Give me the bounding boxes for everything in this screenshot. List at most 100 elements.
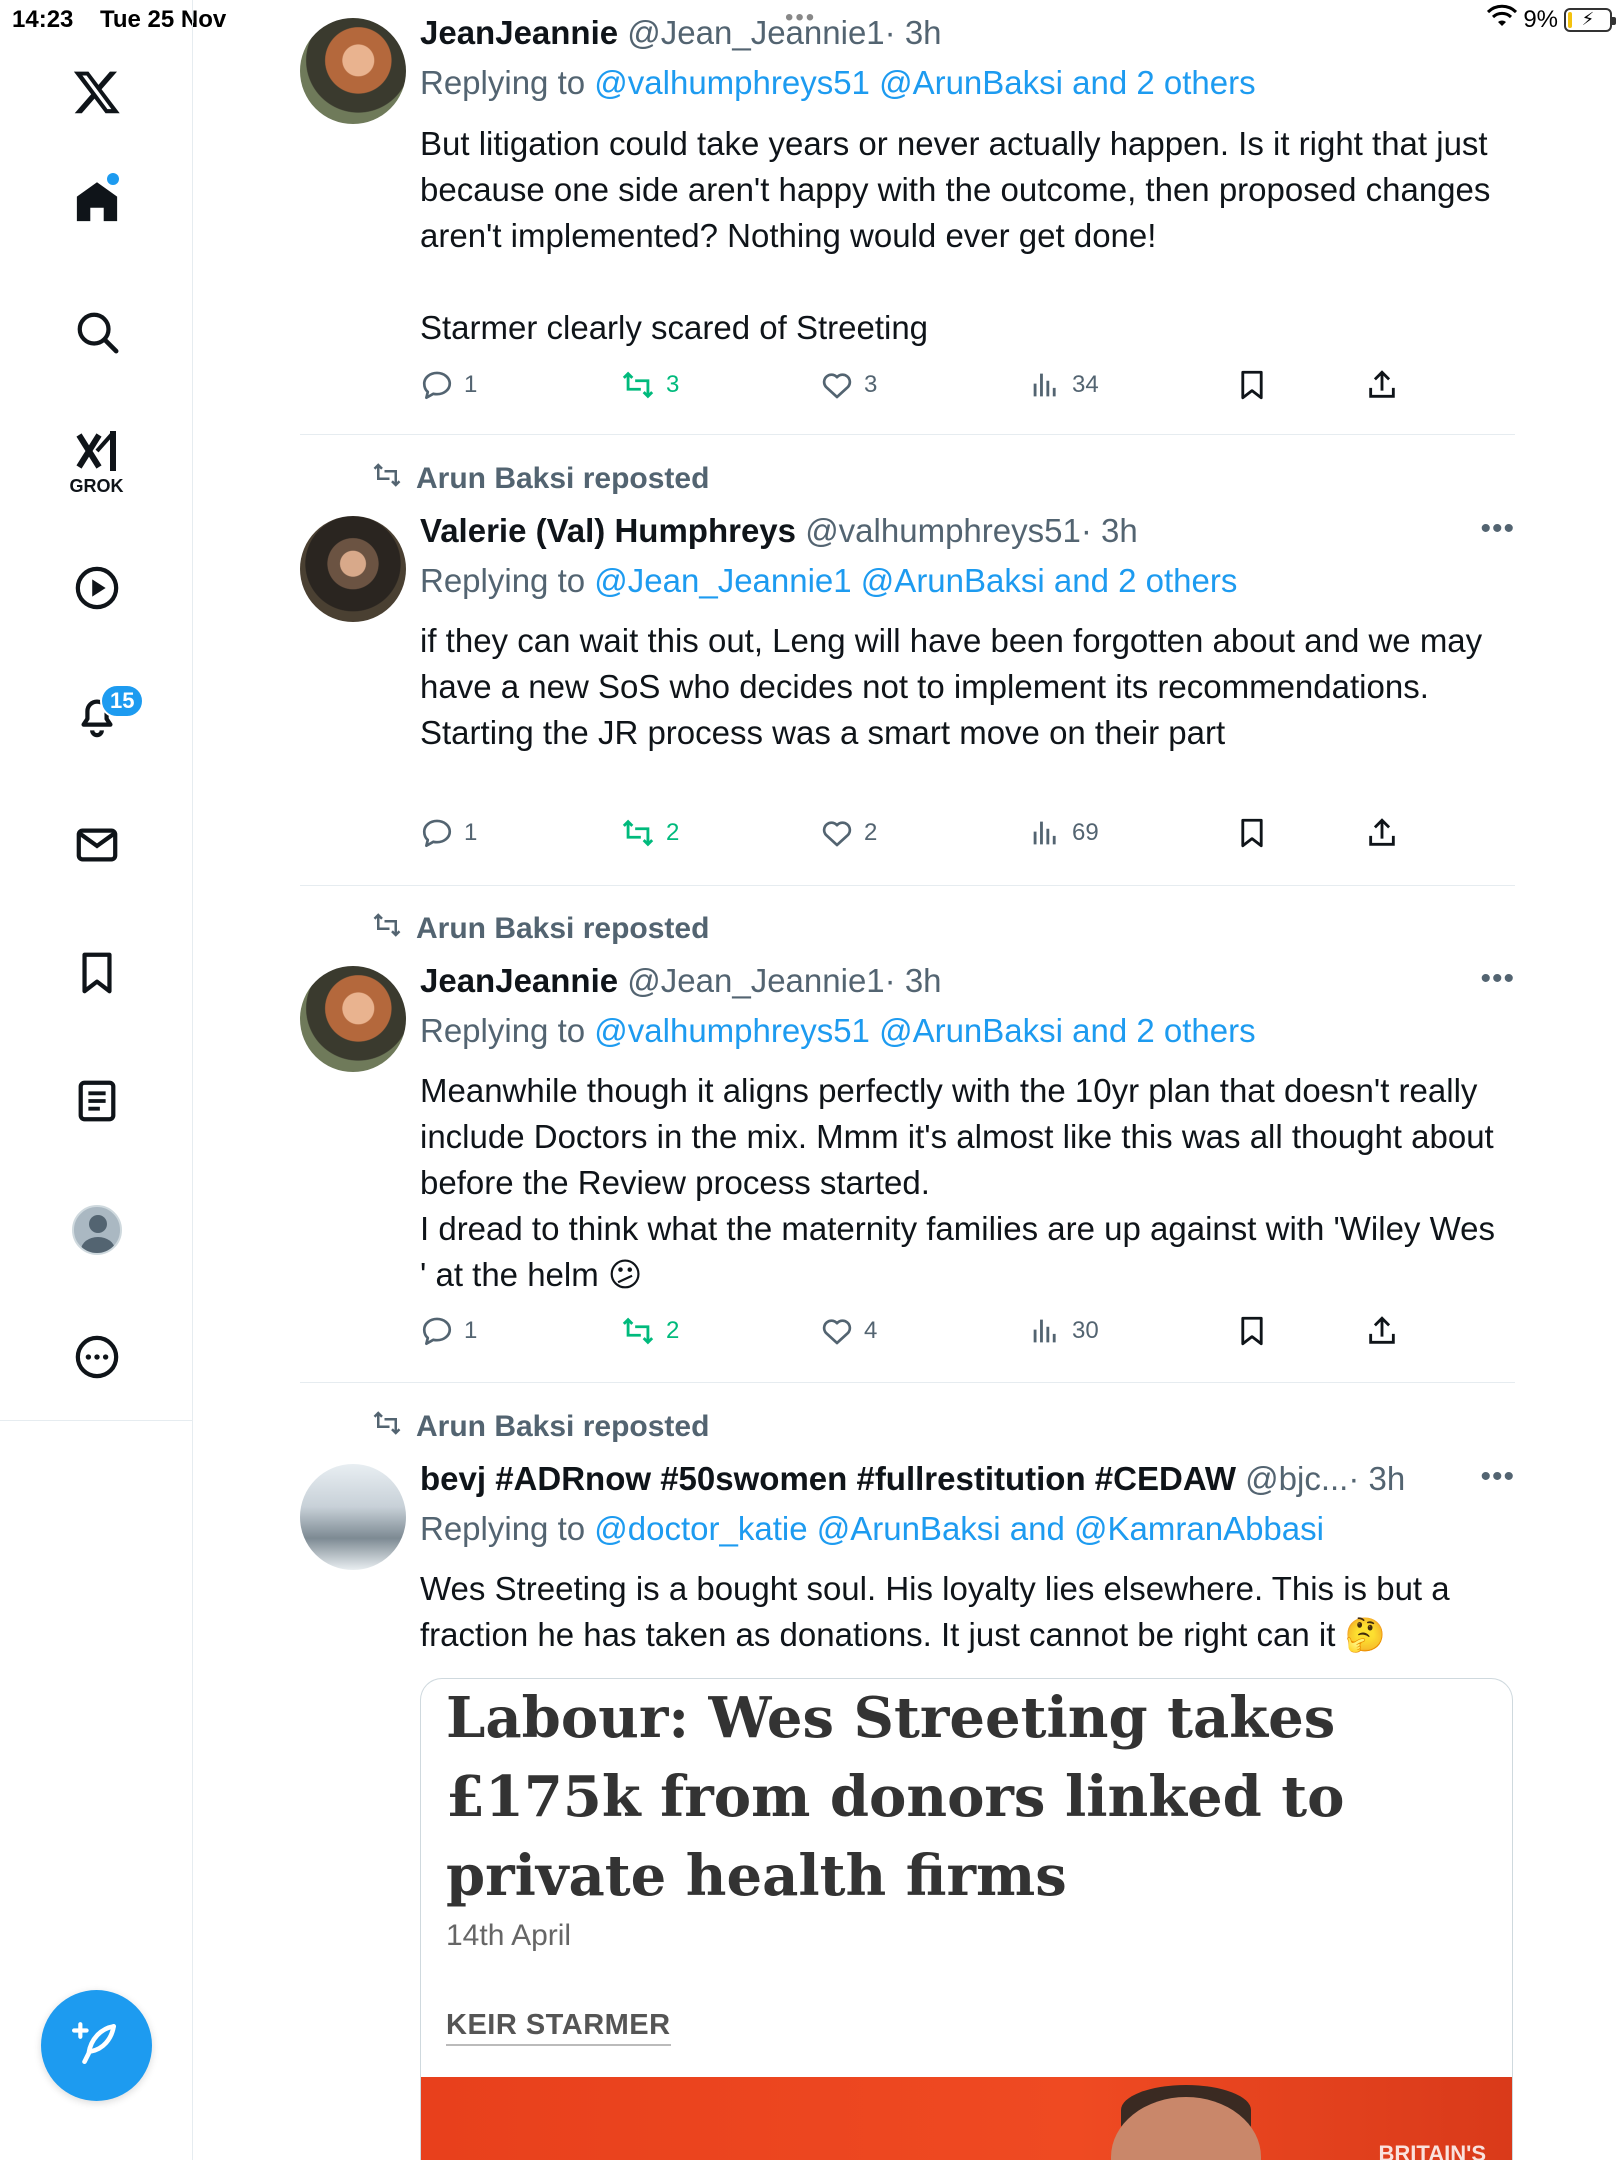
author-handle[interactable]: @Jean_Jeannie1 [627, 962, 884, 999]
repost-icon [370, 460, 404, 498]
notifications-badge: 15 [100, 684, 145, 718]
author-handle[interactable]: @valhumphreys51 [805, 512, 1081, 549]
card-tag: KEIR STARMER [446, 2009, 671, 2046]
like-count: 2 [864, 819, 878, 846]
home-icon[interactable] [0, 172, 193, 232]
tweet[interactable]: Arun Baksi reposted JeanJeannie @Jean_Je… [300, 910, 1515, 1380]
replying-to-users[interactable]: @Jean_Jeannie1 @ArunBaksi and 2 others [594, 562, 1237, 599]
share-icon [1365, 1314, 1399, 1348]
reply-count: 1 [464, 819, 478, 846]
author-name[interactable]: bevj #ADRnow #50swomen #fullrestitution … [420, 1460, 1236, 1497]
repost-label[interactable]: Arun Baksi reposted [416, 1410, 709, 1444]
replying-to-label: Replying to [420, 64, 586, 101]
retweet-count: 2 [666, 1317, 680, 1344]
like-count: 3 [864, 371, 878, 398]
tweet-header: JeanJeannie @Jean_Jeannie1· 3h [420, 962, 942, 1000]
views-icon [1028, 1314, 1062, 1348]
retweet-button[interactable]: 2 [620, 816, 679, 850]
tweet-actions: 1 2 2 69 [420, 816, 1420, 856]
retweet-button[interactable]: 3 [620, 368, 679, 402]
tweet-header: JeanJeannie @Jean_Jeannie1· 3h [420, 14, 942, 52]
sidebar: GROK 15 [0, 0, 193, 2160]
like-button[interactable]: 3 [820, 368, 877, 402]
bookmark-button[interactable] [1235, 816, 1269, 850]
retweet-button[interactable]: 2 [620, 1314, 679, 1348]
more-options-button[interactable]: ••• [1480, 962, 1515, 996]
views-count: 34 [1072, 371, 1099, 398]
reply-count: 1 [464, 371, 478, 398]
heart-icon [820, 816, 854, 850]
x-logo-icon[interactable] [0, 62, 193, 122]
tweet[interactable]: Arun Baksi reposted Valerie (Val) Humphr… [300, 460, 1515, 880]
reply-button[interactable]: 1 [420, 816, 477, 850]
more-options-button[interactable]: ••• [1480, 1460, 1515, 1494]
tweet-paragraph: if they can wait this out, Leng will hav… [420, 622, 1483, 705]
tweet-time[interactable]: · 3h [1081, 512, 1138, 549]
avatar[interactable] [300, 1464, 406, 1570]
more-options-button[interactable]: ••• [1480, 512, 1515, 546]
views-button[interactable]: 30 [1028, 1314, 1099, 1348]
author-name[interactable]: JeanJeannie [420, 962, 618, 999]
compose-button[interactable] [41, 1990, 152, 2101]
tweet-divider [300, 885, 1515, 886]
lists-icon[interactable] [0, 1071, 193, 1131]
profile-icon[interactable] [0, 1200, 193, 1260]
repost-label[interactable]: Arun Baksi reposted [416, 912, 709, 946]
author-handle[interactable]: @bjc... [1245, 1460, 1348, 1497]
share-button[interactable] [1365, 1314, 1399, 1348]
tweet-actions: 1 3 3 34 [420, 368, 1420, 408]
avatar[interactable] [300, 516, 406, 622]
sidebar-divider [0, 1420, 193, 1421]
repost-indicator: Arun Baksi reposted [370, 910, 709, 948]
retweet-count: 3 [666, 371, 680, 398]
views-count: 30 [1072, 1317, 1099, 1344]
tweet-time[interactable]: · 3h [1348, 1460, 1405, 1497]
author-name[interactable]: JeanJeannie [420, 14, 618, 51]
like-button[interactable]: 4 [820, 1314, 877, 1348]
link-card[interactable]: Labour: Wes Streeting takes £175k from d… [420, 1678, 1513, 2160]
avatar[interactable] [300, 18, 406, 124]
messages-icon[interactable] [0, 815, 193, 875]
grok-icon[interactable] [0, 425, 193, 477]
tweet[interactable]: JeanJeannie @Jean_Jeannie1· 3h Replying … [300, 0, 1515, 430]
bookmark-button[interactable] [1235, 368, 1269, 402]
video-icon[interactable] [0, 558, 193, 618]
notifications-icon[interactable] [0, 685, 193, 745]
card-image-text: BRITAIN'S [1378, 2141, 1487, 2160]
reply-button[interactable]: 1 [420, 1314, 477, 1348]
retweet-count: 2 [666, 819, 680, 846]
views-button[interactable]: 69 [1028, 816, 1099, 850]
replying-to-label: Replying to [420, 1012, 586, 1049]
tweet-paragraph: Starting the JR process was a smart move… [420, 714, 1226, 751]
retweet-icon [620, 1314, 656, 1348]
bookmark-button[interactable] [1235, 1314, 1269, 1348]
views-button[interactable]: 34 [1028, 368, 1099, 402]
avatar[interactable] [300, 966, 406, 1072]
reply-button[interactable]: 1 [420, 368, 477, 402]
bookmark-icon [1235, 1314, 1269, 1348]
share-button[interactable] [1365, 816, 1399, 850]
card-headline: Labour: Wes Streeting takes £175k from d… [446, 1685, 1345, 1909]
tweet-header: Valerie (Val) Humphreys @valhumphreys51·… [420, 512, 1138, 550]
repost-label[interactable]: Arun Baksi reposted [416, 462, 709, 496]
replying-to-users[interactable]: @doctor_katie @ArunBaksi and @KamranAbba… [594, 1510, 1324, 1547]
replying-to: Replying to @Jean_Jeannie1 @ArunBaksi an… [420, 562, 1237, 600]
profile-avatar[interactable] [71, 1205, 122, 1255]
replying-to-users[interactable]: @valhumphreys51 @ArunBaksi and 2 others [594, 1012, 1255, 1049]
tweet-actions: 1 2 4 30 [420, 1314, 1420, 1354]
tweet-time[interactable]: · 3h [885, 14, 942, 51]
bookmarks-icon[interactable] [0, 943, 193, 1003]
share-button[interactable] [1365, 368, 1399, 402]
author-handle[interactable]: @Jean_Jeannie1 [627, 14, 884, 51]
more-icon[interactable] [0, 1327, 193, 1387]
tweet-time[interactable]: · 3h [885, 962, 942, 999]
repost-icon [370, 1408, 404, 1446]
search-icon[interactable] [0, 302, 193, 362]
replying-to-users[interactable]: @valhumphreys51 @ArunBaksi and 2 others [594, 64, 1255, 101]
repost-indicator: Arun Baksi reposted [370, 460, 709, 498]
author-name[interactable]: Valerie (Val) Humphreys [420, 512, 796, 549]
share-icon [1365, 368, 1399, 402]
like-button[interactable]: 2 [820, 816, 877, 850]
tweet-paragraph: I dread to think what the maternity fami… [420, 1210, 1495, 1293]
like-count: 4 [864, 1317, 878, 1344]
